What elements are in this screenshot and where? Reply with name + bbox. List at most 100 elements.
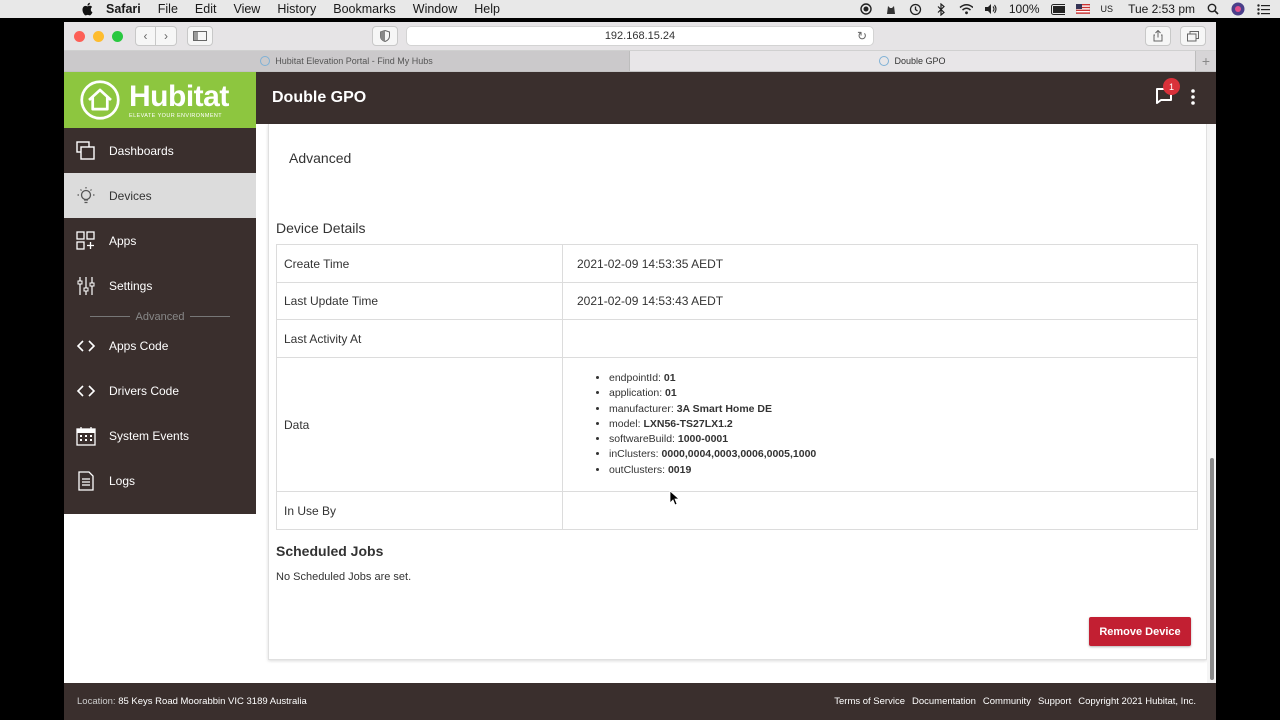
menu-help[interactable]: Help [474,2,500,16]
menu-edit[interactable]: Edit [195,2,217,16]
safari-toolbar: ‹ › 192.168.15.24 ↻ [64,22,1216,51]
row-value: endpointId: 01 application: 01 manufactu… [562,357,1198,492]
sliders-icon [76,276,96,296]
data-key: outClusters: [609,463,668,476]
location-label: Location: [77,696,119,707]
cat-icon[interactable] [884,2,898,16]
device-details-title: Device Details [276,220,366,236]
volume-icon[interactable] [984,2,998,16]
table-row: In Use By [276,491,1198,530]
more-vert-icon[interactable] [1188,87,1198,107]
sidebar-item-label: Logs [109,473,136,488]
sidebar-item-label: Apps [109,233,137,248]
sidebar-item-apps[interactable]: Apps [64,218,256,263]
sidebar-toggle-button[interactable] [187,26,213,46]
data-value: 1000-0001 [677,433,729,446]
community-link[interactable]: Community [983,696,1031,707]
row-label: Last Update Time [276,282,563,320]
sidebar-item-dashboards[interactable]: Dashboards [64,128,256,173]
apple-menu-icon[interactable] [80,2,94,16]
sidebar-item-settings[interactable]: Settings [64,263,256,308]
address-bar[interactable]: 192.168.15.24 ↻ [406,26,874,46]
copyright-text: Copyright 2021 Hubitat, Inc. [1078,696,1196,707]
chevron-right-icon: › [164,29,168,43]
close-window-button[interactable] [74,30,85,42]
lightbulb-icon [76,186,96,206]
list-item: softwareBuild: 1000-0001 [609,432,1190,447]
notification-center-icon[interactable] [1256,2,1270,16]
back-button[interactable]: ‹ [135,26,156,46]
menu-window[interactable]: Window [413,2,457,16]
dashboards-icon [76,140,96,161]
menu-file[interactable]: File [158,2,178,16]
us-flag-icon[interactable] [1075,2,1090,16]
battery-icon[interactable] [1050,2,1065,16]
battery-percent: 100% [1008,2,1040,16]
list-item: endpointId: 01 [609,371,1190,386]
documentation-link[interactable]: Documentation [912,696,976,707]
tab-double-gpo[interactable]: Double GPO [630,51,1196,71]
new-tab-button[interactable]: + [1196,51,1216,71]
table-row: Last Update Time 2021-02-09 14:53:43 AED… [276,282,1198,320]
bluetooth-icon[interactable] [934,2,948,16]
sidebar-item-label: System Events [109,428,190,443]
menu-view[interactable]: View [233,2,260,16]
row-label: Last Activity At [276,319,563,358]
show-tabs-button[interactable] [1180,26,1206,46]
shield-icon [380,30,390,42]
wifi-icon[interactable] [959,2,973,16]
zoom-window-button[interactable] [112,30,123,42]
hubitat-logo[interactable]: Hubitat ELEVATE YOUR ENVIRONMENT [64,72,256,128]
sidebar-item-logs[interactable]: Logs [64,458,256,503]
sidebar-item-label: Drivers Code [109,383,180,398]
spotlight-search-icon[interactable] [1206,2,1220,16]
house-logo-icon [80,80,120,120]
menu-safari[interactable]: Safari [106,2,141,16]
share-button[interactable] [1145,26,1171,46]
plus-icon: + [1201,53,1211,69]
status-tray: 100% US Tue 2:53 pm [859,0,1270,18]
table-row: Data endpointId: 01 application: 01 manu… [276,357,1198,492]
reload-icon[interactable]: ↻ [857,29,867,43]
privacy-report-button[interactable] [372,26,398,46]
data-key: endpointId: [609,371,664,384]
minimize-window-button[interactable] [93,30,104,42]
list-item: outClusters: 0019 [609,463,1190,478]
share-icon [1153,30,1163,42]
data-value: 3A Smart Home DE [676,402,773,415]
data-key: application: [609,387,666,400]
menu-bookmarks[interactable]: Bookmarks [333,2,396,16]
device-content-panel: Advanced Device Details Create Time 2021… [268,124,1207,660]
tab-title: Double GPO [894,56,946,66]
sidebar-item-apps-code[interactable]: Apps Code [64,323,256,368]
menu-history[interactable]: History [277,2,316,16]
time-machine-icon[interactable] [909,2,923,16]
tab-bar: Hubitat Elevation Portal - Find My Hubs … [64,51,1216,72]
row-value: 2021-02-09 14:53:35 AEDT [562,244,1198,283]
terms-of-service-link[interactable]: Terms of Service [834,696,905,707]
tab-find-my-hubs[interactable]: Hubitat Elevation Portal - Find My Hubs [64,51,630,71]
window-controls [74,30,123,42]
data-key: manufacturer: [609,402,677,415]
remove-device-button[interactable]: Remove Device [1089,617,1191,646]
notification-badge[interactable]: 1 [1163,78,1180,95]
scheduled-jobs-text: No Scheduled Jobs are set. [276,571,412,583]
divider-line [89,316,130,317]
sidebar-icon [193,31,207,41]
advanced-section-toggle[interactable]: Advanced [289,150,351,166]
support-link[interactable]: Support [1038,696,1071,707]
forward-button[interactable]: › [156,26,177,46]
list-item: application: 01 [609,386,1190,401]
scrollbar-thumb[interactable] [1210,458,1214,680]
divider-line [190,316,231,317]
sidebar-item-label: Dashboards [109,143,174,158]
sidebar-item-system-events[interactable]: System Events [64,413,256,458]
sidebar-item-drivers-code[interactable]: Drivers Code [64,368,256,413]
record-icon[interactable] [859,2,873,16]
footer-links: Terms of Service Documentation Community… [834,696,1196,707]
device-details-table: Create Time 2021-02-09 14:53:35 AEDT Las… [276,244,1198,530]
clock[interactable]: Tue 2:53 pm [1128,2,1195,16]
sidebar-item-devices[interactable]: Devices [64,173,256,218]
page-title: Double GPO [272,89,367,106]
siri-icon[interactable] [1231,2,1245,16]
